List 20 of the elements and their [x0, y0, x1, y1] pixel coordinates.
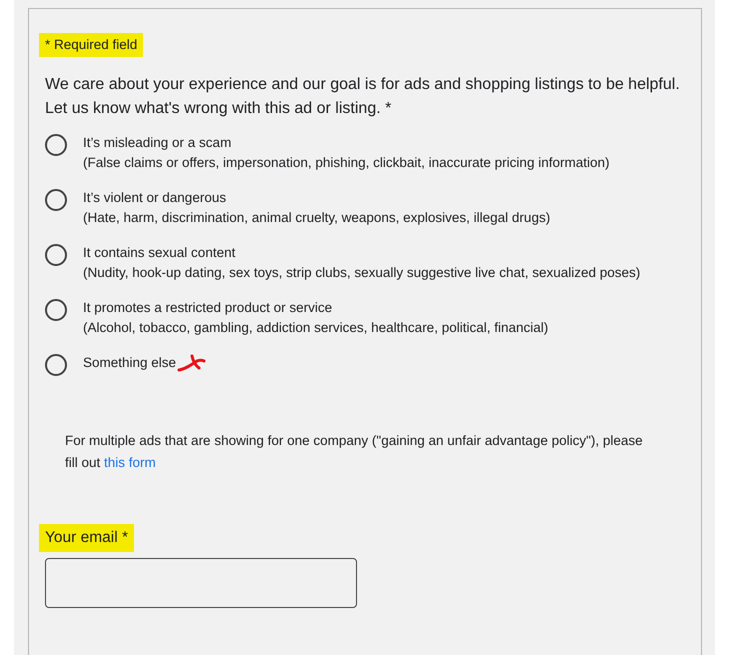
option-description: (Nudity, hook-up dating, sex toys, strip clubs, sexually suggestive live chat, sexualized poses) — [83, 264, 640, 282]
option-label: It’s violent or dangerous — [83, 189, 226, 208]
option-label: It contains sexual content — [83, 244, 236, 262]
radio-button[interactable] — [45, 244, 67, 266]
option-label: It’s misleading or a scam — [83, 134, 232, 152]
option-description: (Hate, harm, discrimination, animal cruelty, weapons, explosives, illegal drugs) — [83, 209, 550, 228]
email-label: Your email * — [39, 524, 134, 552]
option-description: (Alcohol, tobacco, gambling, addiction services, healthcare, political, financial) — [83, 319, 548, 338]
form-link[interactable]: this form — [104, 455, 156, 470]
note-text: For multiple ads that are showing for one company ("gaining an unfair advantage policy"), please fill out this form — [65, 432, 644, 472]
radio-button[interactable] — [45, 299, 67, 322]
email-field[interactable] — [45, 558, 357, 608]
option-description: (False claims or offers, impersonation, phishing, clickbait, inaccurate pricing information) — [83, 154, 610, 172]
radio-button[interactable] — [45, 134, 67, 156]
required-note: * Required field — [39, 33, 144, 58]
option-label: It promotes a restricted product or service — [83, 299, 332, 318]
question-text: We care about your experience and our goal is for ads and shopping listings to be helpful. Let us know what's wrong with this ad or listing. * — [45, 75, 681, 120]
radio-button[interactable] — [45, 189, 67, 212]
option-label: Something else — [83, 354, 176, 372]
radio-button[interactable] — [45, 354, 67, 376]
